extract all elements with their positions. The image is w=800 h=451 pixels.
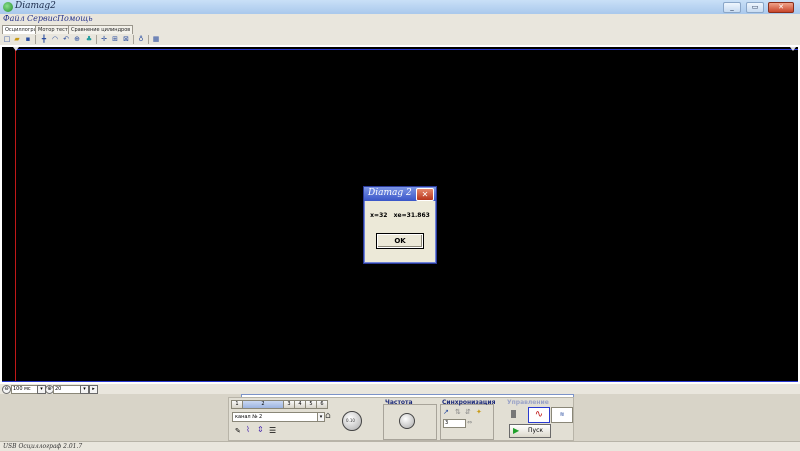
frequency-knob[interactable]	[399, 413, 415, 429]
toolbar-separator	[96, 35, 97, 44]
scale-icon[interactable]: ♁	[137, 35, 145, 43]
tree-icon[interactable]: ♣	[85, 35, 93, 43]
toolbar-separator	[133, 35, 134, 44]
frequency-label: Частота	[385, 399, 413, 406]
scroll-right-icon[interactable]: ▸	[89, 385, 98, 394]
play-icon: ▶	[513, 426, 520, 435]
channel-select[interactable]: канал № 2	[232, 412, 320, 422]
channel-button-active[interactable]: 2	[242, 400, 284, 409]
count-field[interactable]: 20	[53, 385, 82, 394]
sync-level-icon[interactable]: ⇵	[465, 408, 471, 416]
open-icon[interactable]: ▰	[13, 35, 21, 43]
amplitude-knob-value: 0.10	[346, 418, 355, 423]
dialog-title-bar: Diamag 2 ✕	[364, 187, 436, 201]
signal-icon[interactable]: ⌇	[246, 425, 250, 434]
pen-icon[interactable]: ✎	[235, 427, 241, 435]
channel-button[interactable]: 6	[316, 400, 328, 409]
cursor-icon[interactable]: ◠	[51, 35, 59, 43]
toolbar-separator	[35, 35, 36, 44]
grid-icon[interactable]: ⊞	[111, 35, 119, 43]
time-scale-icon[interactable]: ⊖	[2, 385, 11, 394]
menu-service[interactable]: Сервис	[27, 14, 57, 23]
measure-icon[interactable]: ✛	[100, 35, 108, 43]
sine-mode-icon[interactable]: ∿	[528, 407, 550, 423]
app-icon	[3, 2, 13, 12]
sync-label: Синхронизация	[442, 399, 496, 406]
scope-border-bottom	[2, 381, 798, 382]
sync-edge-icon[interactable]: ↗	[443, 408, 449, 416]
trace-line	[15, 49, 16, 382]
sync-value-field[interactable]: 3	[443, 419, 466, 428]
maximize-button[interactable]: ▭	[746, 2, 764, 13]
menu-help[interactable]: Помощь	[57, 14, 93, 23]
toolbar-separator	[148, 35, 149, 44]
trace-icon[interactable]: ╋	[40, 35, 48, 43]
dialog-message: x=32 xe=31.863	[370, 212, 430, 219]
dialog-close-button[interactable]: ✕	[416, 188, 434, 201]
scope-border-top	[15, 49, 798, 50]
multi-trace-icon[interactable]: ≋	[551, 407, 573, 423]
ok-button[interactable]: OK	[376, 233, 424, 249]
compare-icon[interactable]: ⊠	[122, 35, 130, 43]
save-icon[interactable]: ▪	[24, 35, 32, 43]
stop-icon[interactable]	[511, 410, 516, 418]
right-marker-icon[interactable]	[790, 47, 796, 51]
start-label: Пуск	[528, 427, 543, 434]
tab-bar: Осциллограф Мотор тестер Сравнение цилин…	[0, 24, 800, 34]
status-text: USB Осциллограф 2.01.7	[3, 443, 83, 450]
count-dropdown-icon[interactable]: ▾	[80, 385, 89, 394]
new-icon[interactable]: □	[3, 35, 11, 43]
sync-mode-icon[interactable]: ⇅	[455, 408, 461, 416]
message-dialog: Diamag 2 ✕ x=32 xe=31.863 OK	[363, 186, 437, 264]
app-title: Diamag2	[15, 1, 56, 11]
title-bar: Diamag2 _ ▭ ✕	[0, 0, 800, 15]
time-scale-field[interactable]: 100 мс	[11, 385, 40, 394]
scale-bar: ⊖ 100 мс ▾ ⊕ 20 ▾ ▸	[0, 384, 800, 394]
sync-step-icon[interactable]: ⇔	[467, 419, 472, 426]
sync-auto-icon[interactable]: ✦	[476, 408, 482, 416]
left-marker-icon[interactable]	[13, 47, 19, 51]
channel-dropdown-icon[interactable]: ▾	[317, 412, 325, 422]
control-label: Управление	[507, 399, 549, 406]
menu-file[interactable]: Файл	[3, 14, 25, 23]
control-panel: 1 2 3 4 5 6 канал № 2 ▾ ⌂ ✎ ⌇ ⇕ ☰ 0.10 Ч…	[228, 397, 574, 441]
probe-icon[interactable]: ⌂	[325, 411, 331, 421]
table-icon[interactable]: ▦	[152, 35, 160, 43]
minimize-button[interactable]: _	[723, 2, 741, 13]
invert-icon[interactable]: ⇕	[257, 425, 264, 434]
tab-cylinder-compare[interactable]: Сравнение цилиндров	[68, 25, 134, 34]
dialog-title: Diamag 2	[368, 188, 412, 198]
start-button[interactable]: ▶ Пуск	[509, 424, 551, 438]
zoom-icon[interactable]: ⊕	[73, 35, 81, 43]
list-icon[interactable]: ☰	[269, 426, 276, 435]
close-button[interactable]: ✕	[768, 2, 794, 13]
undo-icon[interactable]: ↶	[62, 35, 70, 43]
menu-bar: Файл Сервис Помощь	[0, 14, 800, 24]
